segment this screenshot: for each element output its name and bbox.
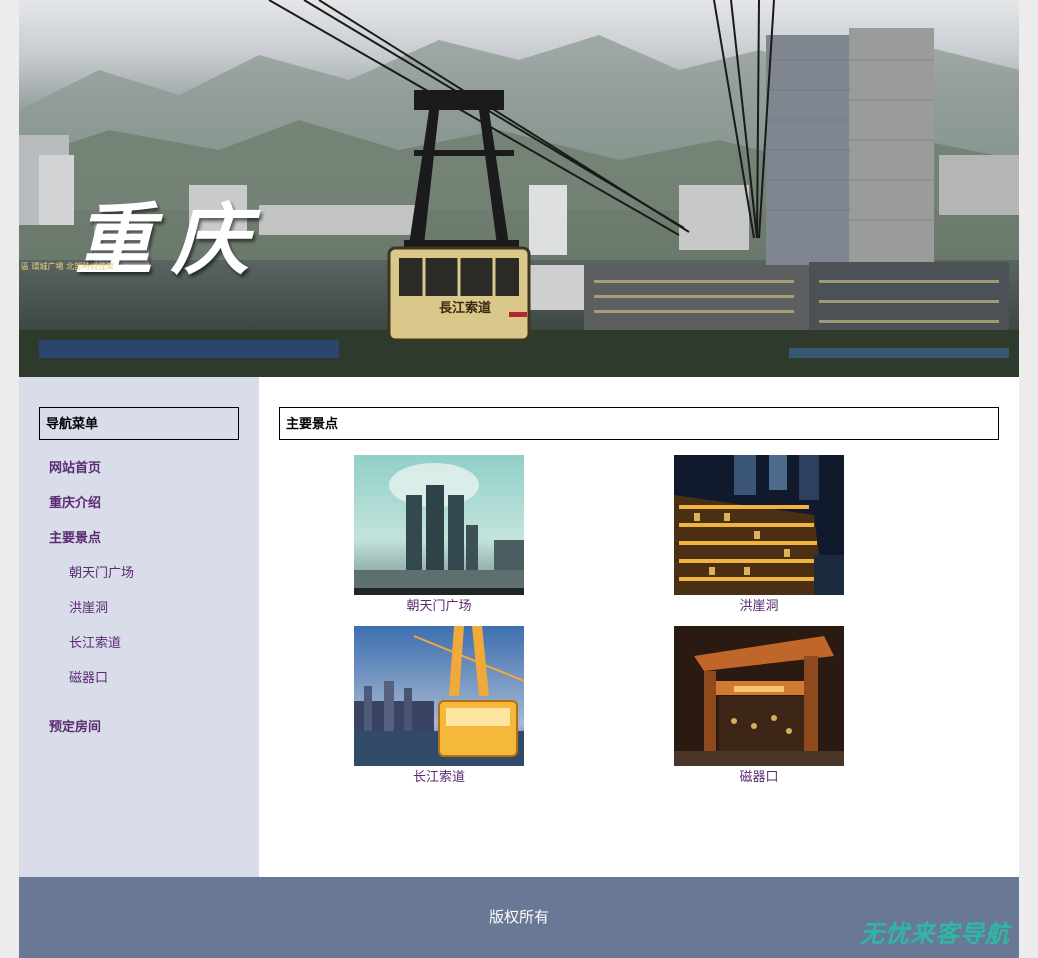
banner: 重庆 長江索道 區 環城广場 北部時尚佳樂 — [19, 0, 1019, 377]
attraction-caption[interactable]: 长江索道 — [354, 769, 524, 785]
watermark-logo: 无忧来客导航 — [860, 920, 1010, 948]
nav-menu-header: 导航菜单 — [39, 407, 239, 440]
attraction-image-cableway[interactable] — [354, 626, 524, 766]
attraction-image-ciqikou[interactable] — [674, 626, 844, 766]
nav-link-home[interactable]: 网站首页 — [49, 460, 101, 476]
attraction-card: 长江索道 — [354, 626, 524, 785]
attraction-card: 磁器口 — [674, 626, 844, 785]
banner-sign-text: 區 環城广場 北部時尚佳樂 — [21, 262, 115, 271]
sidebar: 导航菜单 网站首页 重庆介绍 主要景点 朝天门广场 洪崖洞 长江索道 磁器口 预… — [19, 377, 259, 877]
nav-link-attractions[interactable]: 主要景点 — [49, 530, 101, 546]
nav-sublink-hongyadong[interactable]: 洪崖洞 — [69, 600, 108, 616]
nav-sublink-ciqikou[interactable]: 磁器口 — [69, 670, 108, 686]
cablecar-label: 長江索道 — [438, 301, 491, 316]
banner-image — [19, 0, 1019, 377]
nav-sublink-cableway[interactable]: 长江索道 — [69, 635, 121, 651]
attraction-card: 朝天门广场 — [354, 455, 524, 614]
main-content: 主要景点 朝天门广场 洪崖洞 长江索道 磁器口 — [259, 377, 1019, 877]
nav-link-chongqing-intro[interactable]: 重庆介绍 — [49, 495, 101, 511]
attraction-caption[interactable]: 磁器口 — [674, 769, 844, 785]
attraction-image-hongyadong[interactable] — [674, 455, 844, 595]
attraction-image-chaotianmen[interactable] — [354, 455, 524, 595]
attraction-caption[interactable]: 洪崖洞 — [674, 598, 844, 614]
nav-link-book-room[interactable]: 预定房间 — [49, 719, 101, 735]
main-section-header: 主要景点 — [279, 407, 999, 440]
page: 重庆 長江索道 區 環城广場 北部時尚佳樂 导航菜单 网站首页 重庆介绍 主要景… — [19, 0, 1019, 958]
nav-sublink-chaotianmen[interactable]: 朝天门广场 — [69, 565, 134, 581]
attraction-caption[interactable]: 朝天门广场 — [354, 598, 524, 614]
attraction-card: 洪崖洞 — [674, 455, 844, 614]
